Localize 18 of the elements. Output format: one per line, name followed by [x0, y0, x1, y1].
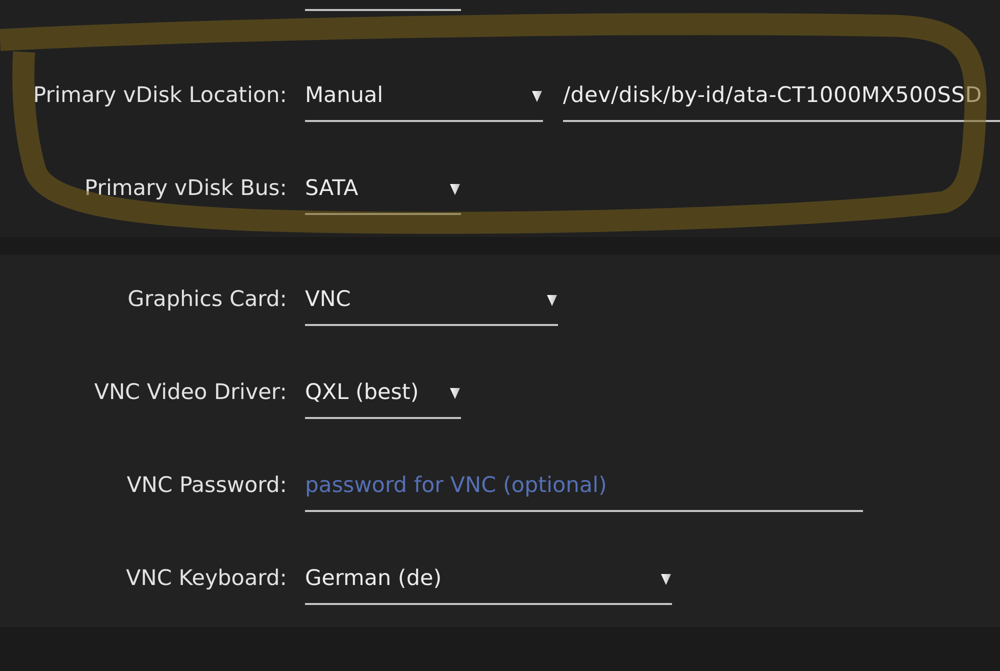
dropdown-caret-icon	[532, 90, 542, 102]
field-label: Graphics Card:	[126, 286, 287, 312]
field-label: VNC Keyboard:	[125, 565, 287, 591]
field-label: Primary vDisk Bus:	[84, 175, 287, 201]
dropdown-caret-icon	[661, 574, 671, 584]
dropdown-select[interactable]: QXL (best)	[305, 379, 461, 419]
dropdown-caret-icon	[450, 184, 460, 194]
dropdown-select[interactable]: German (de)	[305, 565, 672, 605]
dropdown-select[interactable]: VNC	[305, 286, 558, 326]
field-label: VNC Video Driver:	[93, 379, 287, 405]
field-label: VNC Password:	[126, 472, 287, 498]
dropdown-caret-icon	[450, 388, 460, 398]
dropdown-select[interactable]: Manual	[305, 82, 543, 122]
text-field[interactable]: /dev/disk/by-id/ata-CT1000MX500SSD	[563, 82, 1000, 122]
field-label: Primary vDisk Location:	[32, 82, 287, 108]
password-field[interactable]: password for VNC (optional)	[305, 472, 863, 512]
dropdown-select[interactable]: SATA	[305, 175, 461, 215]
dropdown-caret-icon	[547, 294, 557, 306]
